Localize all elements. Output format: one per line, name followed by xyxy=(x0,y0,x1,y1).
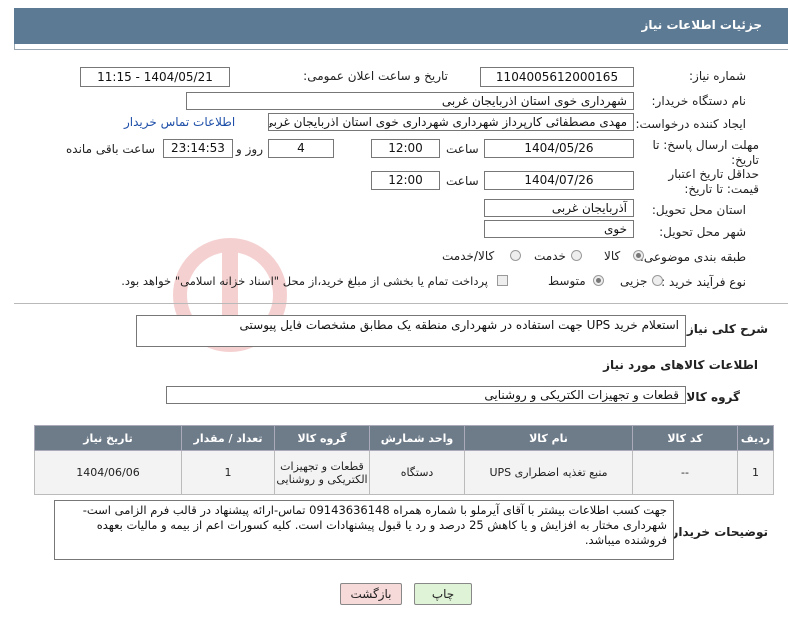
cell-qty: 1 xyxy=(181,450,275,495)
city-label: شهر محل تحویل: xyxy=(659,225,746,239)
cell-name: منبع تغذیه اضطراری UPS xyxy=(464,450,633,495)
table-row: 1 -- منبع تغذیه اضطراری UPS دستگاه قطعات… xyxy=(34,450,774,495)
creator-field: مهدی مصطفائی کارپرداز شهرداری شهرداری خو… xyxy=(268,113,634,131)
cell-code: -- xyxy=(632,450,738,495)
validity-time-field: 12:00 xyxy=(371,171,440,190)
category-option-goods: کالا xyxy=(604,249,621,263)
days-label: روز و xyxy=(236,142,263,156)
process-option-minor: جزیی xyxy=(620,274,648,288)
validity-label: حداقل تاریخ اعتبار قیمت: تا تاریخ: xyxy=(668,167,759,196)
cell-unit: دستگاه xyxy=(369,450,465,495)
city-field: خوی xyxy=(484,220,634,238)
buyer-org-label: نام دستگاه خریدار: xyxy=(651,94,747,108)
category-option-both: کالا/خدمت xyxy=(442,249,495,263)
validity-time-label: ساعت xyxy=(446,174,479,188)
remaining-label: ساعت باقی مانده xyxy=(66,142,156,156)
buyer-org-field: شهرداری خوی استان اذربایجان غربی xyxy=(186,92,634,110)
creator-label: ایجاد کننده درخواست: xyxy=(635,117,746,131)
category-radio-goods[interactable] xyxy=(633,250,644,261)
col-name: نام کالا xyxy=(464,425,633,451)
announce-label: تاریخ و ساعت اعلان عمومی: xyxy=(303,69,448,83)
col-qty: تعداد / مقدار xyxy=(181,425,275,451)
category-option-service: خدمت xyxy=(534,249,566,263)
process-label: نوع فرآیند خرید : xyxy=(661,275,746,289)
category-radio-service[interactable] xyxy=(571,250,582,261)
goods-table: ردیف کد کالا نام کالا واحد شمارش گروه کا… xyxy=(34,425,774,495)
category-label: طبقه بندی موضوعی: xyxy=(639,250,746,264)
deadline-date-field: 1404/05/26 xyxy=(484,139,634,158)
cell-row: 1 xyxy=(737,450,774,495)
col-code: کد کالا xyxy=(632,425,738,451)
description-field: استعلام خرید UPS جهت استفاده در شهرداری … xyxy=(136,315,686,347)
section-divider xyxy=(14,303,788,304)
col-row: ردیف xyxy=(737,425,774,451)
goods-group-label: گروه کالا: xyxy=(681,390,740,404)
need-number-label: شماره نیاز: xyxy=(689,69,746,83)
validity-date-field: 1404/07/26 xyxy=(484,171,634,190)
process-radio-medium[interactable] xyxy=(593,275,604,286)
page-title: جزئیات اطلاعات نیاز xyxy=(641,18,762,32)
province-label: استان محل تحویل: xyxy=(651,203,746,217)
process-option-medium: متوسط xyxy=(548,274,586,288)
back-button[interactable]: بازگشت xyxy=(340,583,402,605)
need-number-field: 1104005612000165 xyxy=(480,67,634,87)
contact-buyer-link[interactable]: اطلاعات تماس خریدار xyxy=(124,115,235,129)
col-date: تاریخ نیاز xyxy=(34,425,182,451)
deadline-time-label: ساعت xyxy=(446,142,479,156)
payment-note: پرداخت تمام یا بخشی از مبلغ خرید،از محل … xyxy=(121,274,488,288)
goods-group-field: قطعات و تجهیزات الکتریکی و روشنایی xyxy=(166,386,686,404)
category-radio-both[interactable] xyxy=(510,250,521,261)
process-radio-minor[interactable] xyxy=(652,275,663,286)
cell-group: قطعات و تجهیزات الکتریکی و روشنایی xyxy=(274,450,370,495)
print-button[interactable]: چاپ xyxy=(414,583,472,605)
page-header: جزئیات اطلاعات نیاز xyxy=(14,8,788,44)
description-label: شرح کلی نیاز: xyxy=(682,322,768,336)
deadline-label: مهلت ارسال پاسخ: تا تاریخ: xyxy=(652,138,759,167)
payment-checkbox[interactable] xyxy=(497,275,508,286)
watermark-logo xyxy=(173,238,287,352)
remaining-time-field: 23:14:53 xyxy=(163,139,233,158)
days-field: 4 xyxy=(268,139,334,158)
announce-field: 1404/05/21 - 11:15 xyxy=(80,67,230,87)
province-field: آذربایجان غربی xyxy=(484,199,634,217)
col-group: گروه کالا xyxy=(274,425,370,451)
buyer-notes-label: توضیحات خریدار: xyxy=(666,525,768,539)
cell-date: 1404/06/06 xyxy=(34,450,182,495)
col-unit: واحد شمارش xyxy=(369,425,465,451)
goods-section-title: اطلاعات کالاهای مورد نیاز xyxy=(603,358,758,372)
deadline-time-field: 12:00 xyxy=(371,139,440,158)
goods-table-header: ردیف کد کالا نام کالا واحد شمارش گروه کا… xyxy=(34,425,774,451)
buyer-notes-field: جهت کسب اطلاعات بیشتر با آقای آیرملو با … xyxy=(54,500,674,560)
